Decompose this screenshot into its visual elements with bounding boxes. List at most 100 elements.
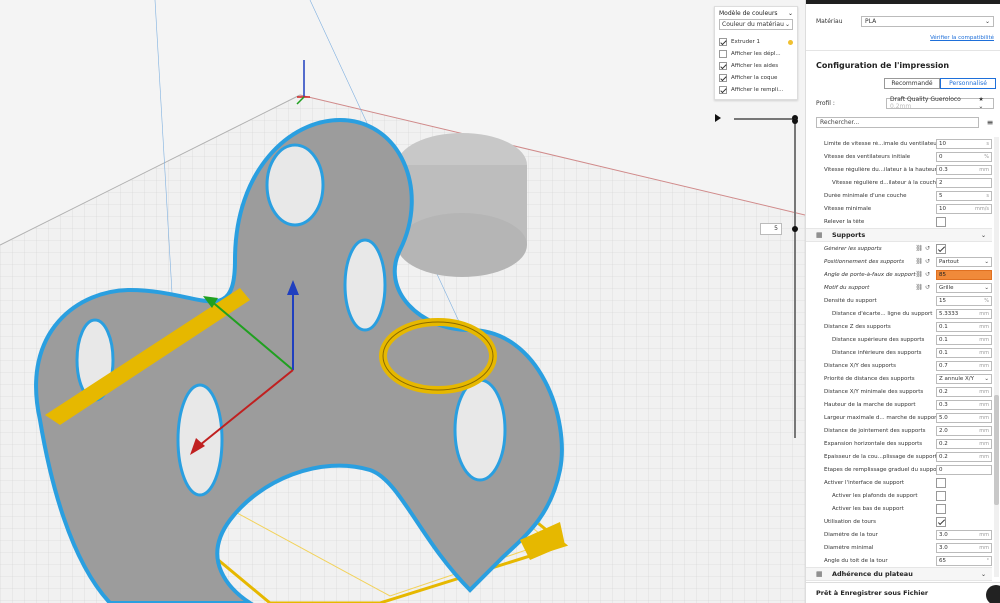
color-scheme-item[interactable]: Afficher les aides [719,60,793,72]
layer-slider-current-handle[interactable] [792,226,798,232]
checkbox[interactable] [719,50,727,58]
setting-input[interactable]: 65 ° [936,555,992,566]
setting-checkbox[interactable] [936,516,946,527]
setting-checkbox[interactable] [936,243,946,254]
layer-slider-top-handle[interactable] [792,118,798,124]
profile-row: Profil : Draft Quality Gueroloco 0.2mm ★… [816,96,994,110]
star-icon[interactable]: ★ [978,96,983,103]
section-icon: ▦ [816,231,823,239]
layer-number-field[interactable]: 5 [760,223,782,235]
color-scheme-panel: Modèle de couleurs ⌄ Couleur du matériau… [714,6,798,100]
setting-row: Positionnement des supports ⛓ ↺ Partout ⌄ [806,255,992,268]
setting-input[interactable]: 0.1 mm [936,347,992,358]
setting-unit: mm [979,388,989,395]
setting-label: Vitesse minimale [824,205,872,212]
setting-value: 2.0 [939,427,948,434]
check-compatibility-link[interactable]: Vérifier la compatibilité [930,35,994,41]
setting-row: Activer les plafonds de support [806,489,992,502]
setting-value: 65 [939,557,946,564]
setting-unit: mm [979,166,989,173]
link-reset-icons[interactable]: ⛓ ↺ [915,284,930,291]
color-scheme-select[interactable]: Couleur du matériau ⌄ [719,19,793,30]
setting-value: 0.7 [939,362,948,369]
color-scheme-item[interactable]: Afficher le rempli... [719,84,793,96]
checkbox[interactable] [719,62,727,70]
setting-checkbox[interactable] [936,477,946,488]
tab-recommended[interactable]: Recommandé [884,78,940,89]
3d-viewport[interactable]: Modèle de couleurs ⌄ Couleur du matériau… [0,0,805,603]
slice-button[interactable] [986,585,1000,603]
setting-input[interactable]: 0.3 mm [936,164,992,175]
setting-label: Largeur maximale d... marche de support [824,414,936,421]
color-scheme-item[interactable]: Extruder 1 [719,36,793,48]
color-scheme-item[interactable]: Afficher la coque [719,72,793,84]
setting-label: Utilisation de tours [824,518,877,525]
settings-section[interactable]: ▦ Adhérence du plateau ⌄ [806,567,992,581]
setting-row: Angle de porte-à-faux de support ⛓ ↺ 85 [806,268,992,281]
setting-input[interactable]: 15% [936,295,992,306]
checkbox[interactable] [719,86,727,94]
link-reset-icons[interactable]: ⛓ ↺ [915,258,930,265]
checkbox[interactable] [719,74,727,82]
profile-select[interactable]: Draft Quality Gueroloco 0.2mm ★ ⌄ [886,96,994,110]
menu-icon[interactable]: ≡ [985,118,995,127]
setting-checkbox[interactable] [936,503,946,514]
setting-input[interactable]: 5.0 mm [936,412,992,423]
setting-input[interactable]: 5.3333 mm [936,308,992,319]
setting-input[interactable]: 0.2 mm [936,451,992,462]
setting-input[interactable]: 0 [936,464,992,475]
link-reset-icons[interactable]: ⛓ ↺ [915,245,930,252]
setting-input[interactable]: 2 [936,177,992,188]
setting-input[interactable]: 10 mm/s [936,203,992,214]
setting-row: Distance X/Y minimale des supports 0.2 mm [806,385,992,398]
tab-custom[interactable]: Personnalisé [940,78,996,89]
setting-input[interactable]: 0.1 mm [936,321,992,332]
setting-select[interactable]: Grille ⌄ [936,282,992,293]
setting-checkbox[interactable] [936,216,946,227]
setting-unit: % [984,297,989,304]
settings-section[interactable]: ▦ Supports ⌄ [806,228,992,242]
checkbox[interactable] [719,38,727,46]
layer-slider-track[interactable] [794,118,796,438]
material-select[interactable]: PLA ⌄ [861,15,994,27]
simulation-slider-track[interactable] [734,118,796,120]
link-reset-icons[interactable]: ⛓ ↺ [915,271,930,278]
setting-label: Distance inférieure des supports [832,349,922,356]
chevron-down-icon: ⌄ [984,17,990,25]
setting-row: Limite de vitesse ré...imale du ventilat… [806,137,992,150]
setting-input[interactable]: 10 s [936,138,992,149]
layer-slider[interactable] [790,118,800,438]
chevron-down-icon[interactable]: ⌄ [788,10,793,17]
setting-select[interactable]: Partout ⌄ [936,256,992,267]
play-icon[interactable] [715,114,721,122]
setting-row: Expansion horizontale des supports 0.2 mm [806,437,992,450]
extruder-color-swatch [788,39,793,45]
setting-input[interactable]: 0.2 mm [936,438,992,449]
setting-row: Relever la tête [806,215,992,228]
setting-input[interactable]: 3.0 mm [936,542,992,553]
scrollbar-thumb[interactable] [994,395,999,505]
setting-row: Distance Z des supports 0.1 mm [806,320,992,333]
setting-unit: mm [979,349,989,356]
settings-scrollbar[interactable] [994,137,999,577]
setting-checkbox[interactable] [936,490,946,501]
setting-input[interactable]: 3.0 mm [936,529,992,540]
chevron-down-icon: ⌄ [984,375,989,382]
setting-input[interactable]: 0.2 mm [936,386,992,397]
setting-input[interactable]: 0.1 mm [936,334,992,345]
setting-select[interactable]: Z annule X/Y ⌄ [936,373,992,384]
setting-row: Vitesse régulière d...ilateur à la couch… [806,176,992,189]
setting-input[interactable]: 5s [936,190,992,201]
setting-value: 2 [939,179,943,186]
color-scheme-item[interactable]: Afficher les dépl... [719,48,793,60]
color-scheme-title: Modèle de couleurs ⌄ [719,10,793,17]
setting-input[interactable]: 2.0 mm [936,425,992,436]
settings-search-input[interactable]: Rechercher... [816,116,979,128]
setting-input[interactable]: 0.7 mm [936,360,992,371]
setting-unit: mm/s [974,205,989,212]
setting-value: 0.2 [939,440,948,447]
setting-input[interactable]: 0.3 mm [936,399,992,410]
setting-label: Densité du support [824,297,877,304]
setting-input[interactable]: 0% [936,151,992,162]
setting-input[interactable]: 85 [936,269,992,280]
